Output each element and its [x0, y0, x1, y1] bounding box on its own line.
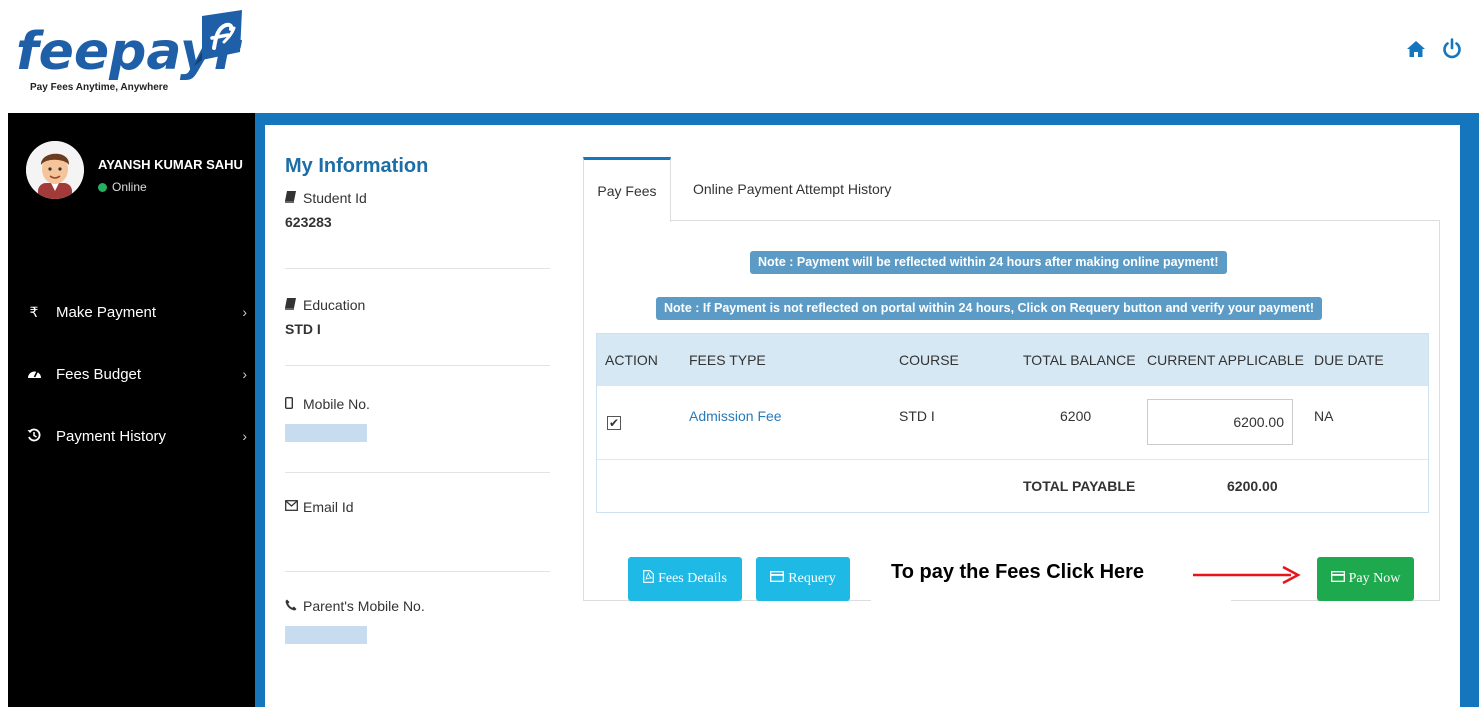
- credit-card-icon: [770, 571, 785, 587]
- divider: [285, 472, 550, 473]
- pay-hint: To pay the Fees Click Here: [871, 539, 1301, 629]
- pdf-icon: [643, 570, 654, 588]
- brand-logo[interactable]: feepayr Pay Fees Anytime, Anywhere: [16, 8, 256, 98]
- brand-mark-icon: [194, 10, 242, 66]
- power-icon[interactable]: [1441, 38, 1463, 60]
- fees-details-label: Fees Details: [658, 571, 727, 586]
- divider: [285, 365, 550, 366]
- fee-select-checkbox[interactable]: ✔: [607, 416, 621, 430]
- phone-icon: [285, 599, 297, 614]
- note-reflection-time: Note : Payment will be reflected within …: [750, 251, 1227, 274]
- requery-label: Requery: [788, 571, 836, 586]
- home-icon[interactable]: [1405, 38, 1427, 60]
- education-label: Education: [303, 297, 366, 313]
- online-dot-icon: [98, 182, 107, 192]
- table-row: ✔ Admission Fee STD I 6200 NA: [597, 386, 1428, 460]
- envelope-icon: [285, 500, 298, 514]
- divider: [285, 571, 550, 572]
- total-payable-label: TOTAL PAYABLE: [1023, 478, 1136, 494]
- parent-mobile-value-redacted: [285, 626, 367, 644]
- education-value: STD I: [285, 321, 321, 337]
- mobile-label: Mobile No.: [303, 396, 370, 412]
- history-icon: [26, 428, 42, 445]
- mobile-icon: [284, 396, 297, 412]
- total-payable-value: 6200.00: [1227, 478, 1278, 494]
- dashboard-icon: [26, 366, 42, 382]
- email-label: Email Id: [303, 499, 354, 515]
- fees-type-link[interactable]: Admission Fee: [689, 408, 782, 424]
- header-actions: [1405, 38, 1463, 60]
- table-header: ACTION FEES TYPE COURSE TOTAL BALANCE CU…: [597, 334, 1428, 386]
- requery-button[interactable]: Requery: [756, 557, 850, 601]
- student-id-field: Student Id 623283: [285, 190, 550, 240]
- column-header: TOTAL BALANCE: [1023, 352, 1136, 368]
- column-header: FEES TYPE: [689, 352, 766, 368]
- tab-pay-fees[interactable]: Pay Fees: [583, 157, 671, 222]
- user-profile: AYANSH KUMAR SAHU Online: [26, 141, 243, 199]
- checkmark-icon: ✔: [608, 416, 620, 430]
- main-frame: My Information Student Id 623283 Educati…: [255, 113, 1479, 707]
- pay-now-button[interactable]: Pay Now: [1317, 557, 1414, 601]
- payment-panel: Pay Fees Online Payment Attempt History …: [583, 157, 1440, 629]
- due-date-cell: NA: [1314, 408, 1334, 424]
- sidebar-item-fees-budget[interactable]: Fees Budget ›: [8, 343, 255, 405]
- column-header: ACTION: [605, 352, 658, 368]
- info-title: My Information: [285, 155, 429, 177]
- chevron-right-icon: ›: [242, 366, 247, 382]
- user-name: AYANSH KUMAR SAHU: [98, 157, 243, 172]
- tab-content: Note : Payment will be reflected within …: [583, 221, 1440, 629]
- book-icon: [285, 190, 297, 206]
- sidebar: AYANSH KUMAR SAHU Online ₹ Make Payment …: [8, 113, 255, 707]
- header: feepayr Pay Fees Anytime, Anywhere: [0, 0, 1479, 113]
- student-id-label: Student Id: [303, 190, 367, 206]
- brand-tagline: Pay Fees Anytime, Anywhere: [30, 82, 169, 93]
- table-total-row: TOTAL PAYABLE 6200.00: [597, 460, 1428, 512]
- pay-hint-text: To pay the Fees Click Here: [891, 561, 1145, 583]
- rupee-icon: ₹: [29, 303, 39, 320]
- chevron-right-icon: ›: [242, 428, 247, 444]
- tab-online-payment-attempt-history[interactable]: Online Payment Attempt History: [693, 157, 891, 221]
- column-header: CURRENT APPLICABLE: [1147, 352, 1304, 368]
- mobile-field: Mobile No.: [284, 396, 550, 446]
- fees-details-button[interactable]: Fees Details: [628, 557, 742, 601]
- divider: [285, 268, 550, 269]
- education-field: Education STD I: [285, 297, 550, 347]
- chevron-right-icon: ›: [242, 304, 247, 320]
- my-information: My Information Student Id 623283 Educati…: [284, 155, 550, 648]
- user-status: Online: [98, 180, 243, 194]
- email-field: Email Id: [285, 499, 550, 549]
- student-id-value: 623283: [285, 214, 332, 230]
- user-status-label: Online: [112, 180, 147, 194]
- sidebar-item-label: Payment History: [56, 427, 167, 445]
- column-header: COURSE: [899, 352, 959, 368]
- current-applicable-input[interactable]: [1147, 399, 1293, 445]
- sidebar-item-label: Make Payment: [56, 303, 157, 321]
- sidebar-item-make-payment[interactable]: ₹ Make Payment ›: [8, 281, 255, 343]
- mobile-value-redacted: [285, 424, 367, 442]
- total-balance-cell: 6200: [1060, 408, 1092, 424]
- book-icon: [285, 297, 297, 313]
- sidebar-item-label: Fees Budget: [56, 365, 142, 383]
- sidebar-nav: ₹ Make Payment › Fees Budget › Payment H…: [8, 281, 255, 467]
- sidebar-item-payment-history[interactable]: Payment History ›: [8, 405, 255, 467]
- avatar: [26, 141, 84, 199]
- fees-table: ACTION FEES TYPE COURSE TOTAL BALANCE CU…: [596, 333, 1429, 513]
- column-header: DUE DATE: [1314, 352, 1384, 368]
- parent-mobile-label: Parent's Mobile No.: [303, 598, 425, 614]
- pay-now-label: Pay Now: [1348, 571, 1401, 586]
- arrow-right-icon: [1193, 565, 1301, 585]
- note-requery: Note : If Payment is not reflected on po…: [656, 297, 1323, 320]
- credit-card-icon: [1330, 571, 1345, 587]
- tab-bar: Pay Fees Online Payment Attempt History: [583, 157, 1440, 222]
- parent-mobile-field: Parent's Mobile No.: [285, 598, 550, 648]
- main-content: My Information Student Id 623283 Educati…: [265, 125, 1460, 707]
- course-cell: STD I: [899, 408, 935, 424]
